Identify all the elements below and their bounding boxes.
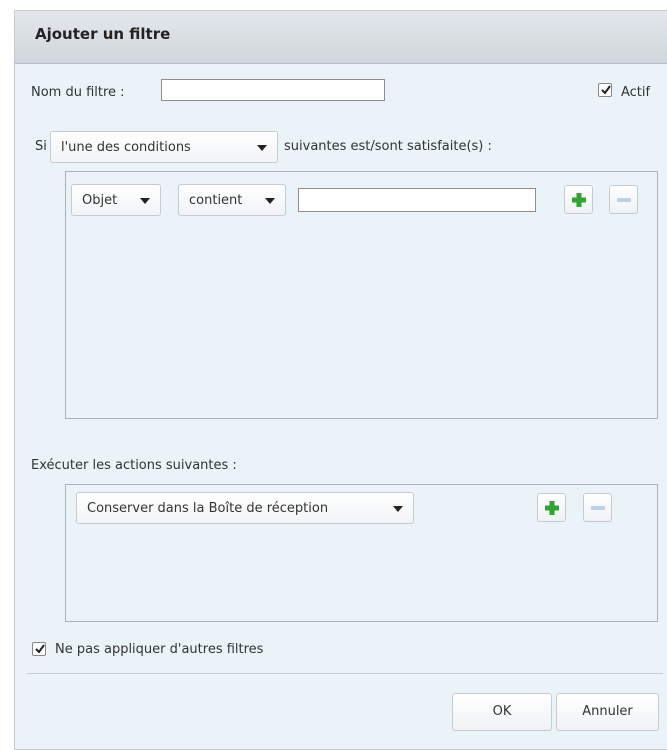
- caret-down-icon: [257, 145, 267, 151]
- actions-label: Exécuter les actions suivantes :: [31, 458, 237, 473]
- caret-down-icon: [393, 506, 403, 512]
- cancel-button[interactable]: Annuler: [556, 693, 659, 731]
- condition-value-input[interactable]: [298, 188, 536, 212]
- condition-prefix: Si: [35, 139, 47, 154]
- active-label: Actif: [621, 85, 651, 100]
- action-value: Conserver dans la Boîte de réception: [87, 500, 329, 516]
- caret-down-icon: [140, 198, 150, 204]
- condition-operator-dropdown[interactable]: contient: [178, 184, 286, 216]
- add-condition-button[interactable]: [564, 185, 593, 214]
- ok-button[interactable]: OK: [452, 693, 552, 731]
- condition-field-dropdown[interactable]: Objet: [71, 184, 161, 216]
- plus-icon: [545, 501, 559, 515]
- condition-operator-value: contient: [189, 192, 243, 208]
- dialog-titlebar: Ajouter un filtre: [15, 11, 667, 64]
- filter-name-label: Nom du filtre :: [31, 85, 125, 100]
- action-dropdown[interactable]: Conserver dans la Boîte de réception: [76, 492, 414, 524]
- add-filter-dialog: Ajouter un filtre Nom du filtre : Actif …: [14, 10, 667, 750]
- add-action-button[interactable]: [537, 493, 566, 522]
- minus-icon: [617, 198, 631, 202]
- condition-field-value: Objet: [82, 192, 118, 208]
- minus-icon: [591, 506, 605, 510]
- remove-action-button[interactable]: [583, 493, 612, 522]
- plus-icon: [572, 193, 586, 207]
- match-mode-dropdown[interactable]: l'une des conditions: [50, 131, 278, 163]
- active-checkbox[interactable]: [598, 83, 612, 97]
- remove-condition-button[interactable]: [609, 185, 638, 214]
- check-icon: [601, 85, 611, 95]
- filter-name-input[interactable]: [161, 79, 385, 101]
- dialog-title: Ajouter un filtre: [35, 25, 171, 43]
- stop-processing-label: Ne pas appliquer d'autres filtres: [55, 642, 264, 657]
- footer-divider: [27, 673, 663, 674]
- check-icon: [35, 644, 45, 654]
- match-mode-value: l'une des conditions: [61, 139, 191, 155]
- condition-suffix: suivantes est/sont satisfaite(s) :: [284, 139, 492, 154]
- caret-down-icon: [265, 198, 275, 204]
- stop-processing-checkbox[interactable]: [32, 642, 46, 656]
